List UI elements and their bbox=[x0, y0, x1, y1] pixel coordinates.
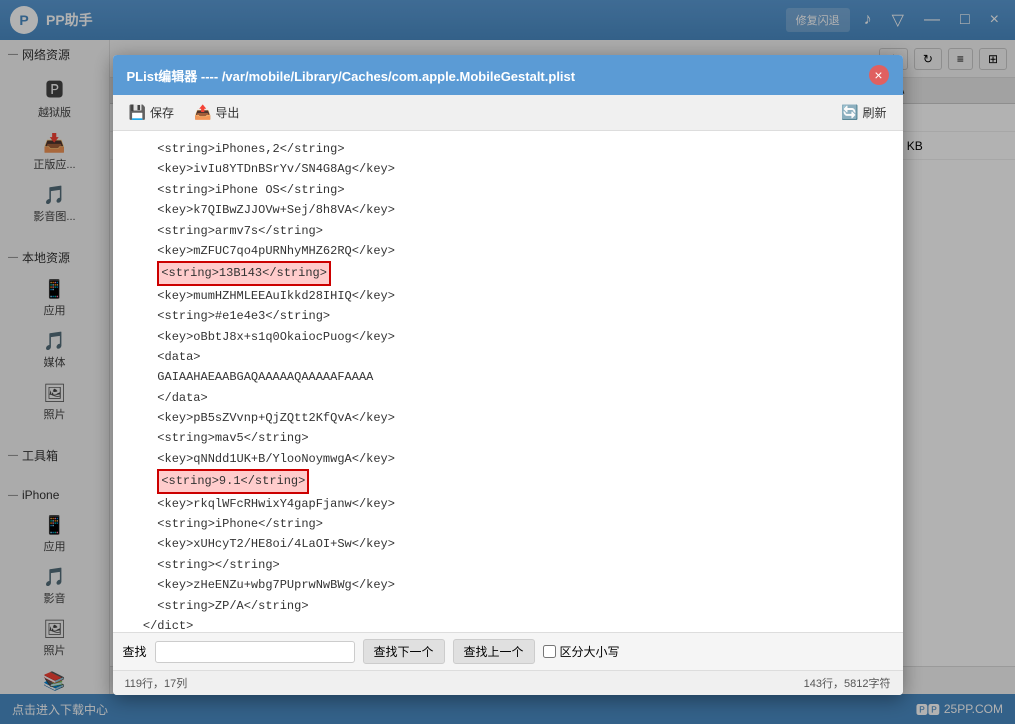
find-label: 查找 bbox=[123, 643, 147, 660]
xml-line: <key>oBbtJ8x+s1q0OkaiocPuog</key> bbox=[129, 327, 887, 347]
total-chars: 143行，5812字符 bbox=[804, 675, 891, 691]
modal-header: PList编辑器 ---- /var/mobile/Library/Caches… bbox=[113, 55, 903, 95]
xml-line: <string>iPhones,2</string> bbox=[129, 139, 887, 159]
modal-search-bar: 查找 查找下一个 查找上一个 区分大小写 bbox=[113, 632, 903, 670]
highlighted-line: <string>9.1</string> bbox=[157, 469, 309, 493]
xml-line: <key>mumHZHMLEEAuIkkd28IHIQ</key> bbox=[129, 286, 887, 306]
xml-line: <key>xUHcyT2/HE8oi/4LaOI+Sw</key> bbox=[129, 534, 887, 554]
xml-line: <string>mav5</string> bbox=[129, 428, 887, 448]
search-input[interactable] bbox=[155, 641, 355, 663]
save-label: 保存 bbox=[150, 104, 174, 121]
save-button[interactable]: 💾 保存 bbox=[123, 101, 180, 124]
case-sensitive-checkbox[interactable]: 区分大小写 bbox=[543, 643, 620, 660]
xml-line: <string>iPhone</string> bbox=[129, 514, 887, 534]
xml-line: GAIAAHAEAABGAQAAAAAQAAAAAFAAAA bbox=[129, 367, 887, 387]
modal-status-bar: 119行，17列 143行，5812字符 bbox=[113, 670, 903, 695]
xml-line: <string>iPhone OS</string> bbox=[129, 180, 887, 200]
modal-overlay: PList编辑器 ---- /var/mobile/Library/Caches… bbox=[0, 0, 1015, 724]
xml-line: <data> bbox=[129, 347, 887, 367]
xml-line: <string>13B143</string> bbox=[129, 261, 887, 285]
refresh-button[interactable]: 🔄 刷新 bbox=[835, 101, 892, 124]
xml-line: </data> bbox=[129, 388, 887, 408]
export-icon: 📤 bbox=[194, 104, 211, 121]
xml-line: <key>qNNdd1UK+B/YlooNoymwgA</key> bbox=[129, 449, 887, 469]
xml-line: <string>#e1e4e3</string> bbox=[129, 306, 887, 326]
modal-close-button[interactable]: × bbox=[869, 65, 889, 85]
xml-line: <key>k7QIBwZJJOVw+Sej/8h8VA</key> bbox=[129, 200, 887, 220]
xml-line: <string>ZP/A</string> bbox=[129, 596, 887, 616]
case-sensitive-check[interactable] bbox=[543, 645, 556, 658]
plist-editor-modal: PList编辑器 ---- /var/mobile/Library/Caches… bbox=[113, 55, 903, 695]
export-label: 导出 bbox=[215, 104, 239, 121]
export-button[interactable]: 📤 导出 bbox=[188, 101, 245, 124]
xml-line: <string></string> bbox=[129, 555, 887, 575]
refresh-label: 刷新 bbox=[862, 104, 886, 121]
find-next-button[interactable]: 查找下一个 bbox=[363, 639, 445, 664]
xml-line: <string>armv7s</string> bbox=[129, 221, 887, 241]
cursor-position: 119行，17列 bbox=[125, 675, 188, 691]
xml-line: <key>pB5sZVvnp+QjZQtt2KfQvA</key> bbox=[129, 408, 887, 428]
refresh-icon: 🔄 bbox=[841, 104, 858, 121]
xml-line: <key>rkqlWFcRHwixY4gapFjanw</key> bbox=[129, 494, 887, 514]
xml-line: </dict> bbox=[129, 616, 887, 632]
case-sensitive-label: 区分大小写 bbox=[560, 643, 620, 660]
modal-content[interactable]: <string>iPhones,2</string> <key>ivIu8YTD… bbox=[113, 131, 903, 632]
modal-toolbar: 💾 保存 📤 导出 🔄 刷新 bbox=[113, 95, 903, 131]
highlighted-line: <string>13B143</string> bbox=[157, 261, 331, 285]
find-prev-button[interactable]: 查找上一个 bbox=[453, 639, 535, 664]
xml-line: <key>ivIu8YTDnBSrYv/SN4G8Ag</key> bbox=[129, 159, 887, 179]
xml-line: <string>9.1</string> bbox=[129, 469, 887, 493]
modal-title: PList编辑器 ---- /var/mobile/Library/Caches… bbox=[127, 66, 869, 85]
xml-line: <key>zHeENZu+wbg7PUprwNwBWg</key> bbox=[129, 575, 887, 595]
xml-line: <key>mZFUC7qo4pURNhyMHZ62RQ</key> bbox=[129, 241, 887, 261]
save-icon: 💾 bbox=[129, 104, 146, 121]
